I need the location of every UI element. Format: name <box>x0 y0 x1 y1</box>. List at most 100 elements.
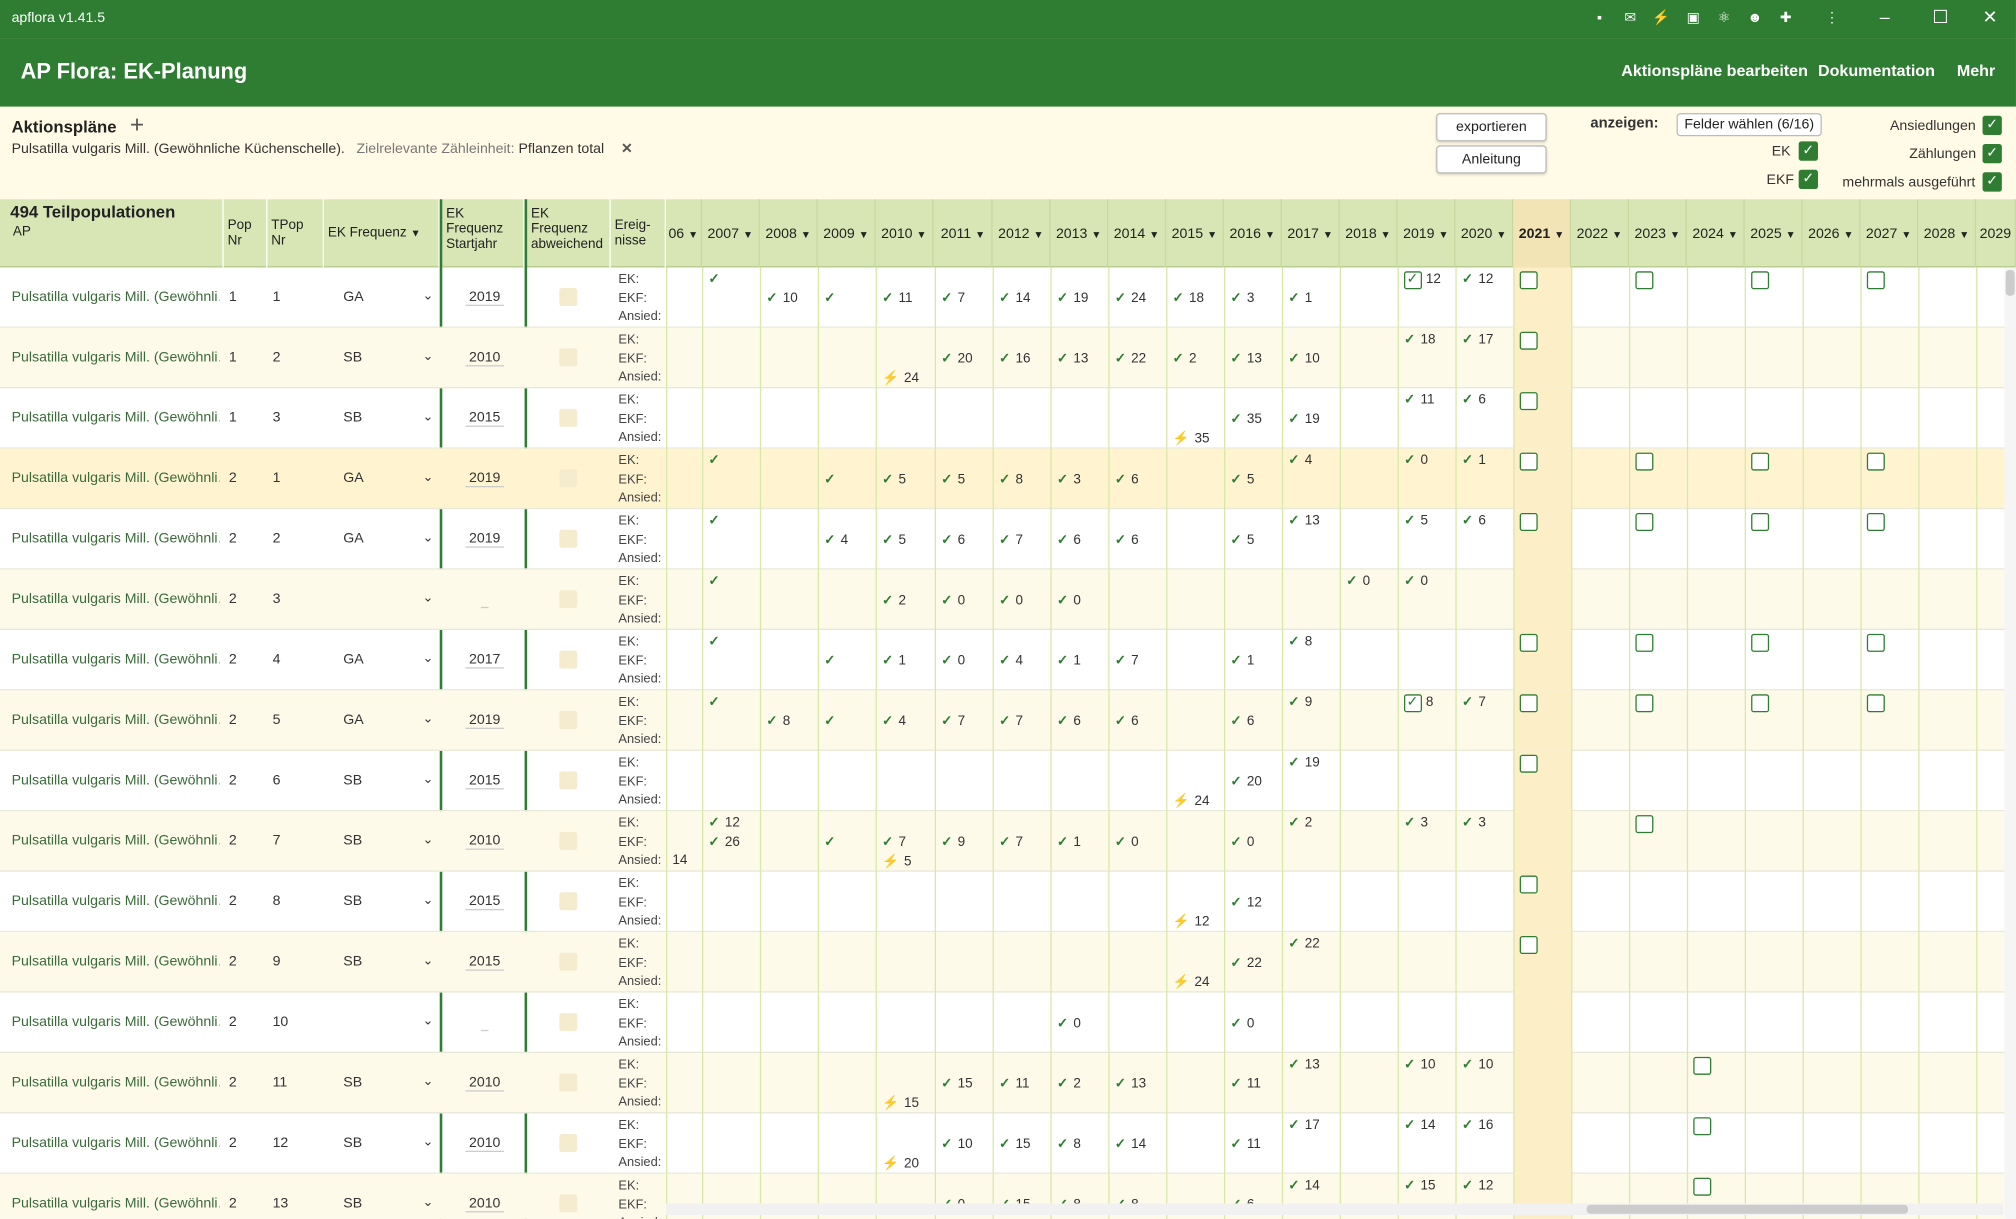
ek-plan-checkbox[interactable] <box>1519 694 1538 713</box>
year-cell[interactable] <box>701 750 760 812</box>
header-year-2018[interactable]: 2018 ▼ <box>1340 199 1398 268</box>
ek-plan-checkbox[interactable] <box>1635 512 1654 531</box>
ek-plan-checkbox[interactable] <box>1693 1177 1712 1196</box>
scroll-thumb[interactable] <box>2005 269 2015 296</box>
header-year-2028[interactable]: 2028 ▼ <box>1918 199 1977 268</box>
header-year-2029[interactable]: 2029 <box>1976 199 2016 268</box>
year-cell[interactable] <box>759 327 818 389</box>
year-cell[interactable] <box>1571 388 1629 449</box>
year-cell[interactable] <box>817 871 876 933</box>
year-cell[interactable] <box>1628 932 1687 993</box>
year-cell[interactable] <box>1686 932 1745 993</box>
ap-cell[interactable]: Pulsatilla vulgaris Mill. (Gewöhnli… <box>12 751 220 811</box>
year-cell[interactable] <box>817 750 876 812</box>
ap-cell[interactable]: Pulsatilla vulgaris Mill. (Gewöhnli… <box>12 328 220 388</box>
ek-frequenz-select[interactable]: GA ⌄ <box>343 690 433 750</box>
year-cell[interactable] <box>817 569 876 630</box>
year-cell[interactable] <box>701 1052 760 1114</box>
year-cell[interactable] <box>1802 509 1861 570</box>
startjahr-input[interactable]: 2010 <box>455 811 514 871</box>
year-cell[interactable] <box>1744 811 1803 872</box>
table-row[interactable]: Pulsatilla vulgaris Mill. (Gewöhnli… 2 7 SB… <box>0 811 2016 872</box>
year-cell[interactable] <box>1571 992 1629 1053</box>
year-cell[interactable] <box>934 388 993 449</box>
year-cell[interactable] <box>1686 690 1745 751</box>
year-cell[interactable] <box>1166 448 1224 510</box>
year-cell[interactable] <box>817 992 876 1053</box>
year-cell[interactable] <box>1860 811 1918 872</box>
year-cell[interactable] <box>1628 1052 1687 1114</box>
year-cell[interactable] <box>992 750 1051 812</box>
year-cell[interactable] <box>1802 932 1861 993</box>
year-cell[interactable] <box>875 750 934 812</box>
header-year-2020[interactable]: 2020 ▼ <box>1455 199 1514 268</box>
table-row[interactable]: Pulsatilla vulgaris Mill. (Gewöhnli… 2 4 GA… <box>0 629 2016 691</box>
year-cell[interactable] <box>759 992 818 1053</box>
year-cell[interactable] <box>1686 569 1745 630</box>
year-cell[interactable] <box>1686 509 1745 570</box>
year-cell[interactable] <box>665 992 702 1053</box>
year-cell[interactable] <box>1339 1113 1398 1174</box>
header-year-06[interactable]: 06 ▼ <box>666 199 702 268</box>
ek-plan-checkbox[interactable] <box>1866 512 1885 531</box>
year-cell[interactable] <box>1686 327 1745 389</box>
abweichend-checkbox[interactable] <box>559 710 578 729</box>
year-cell[interactable] <box>1223 569 1282 630</box>
year-cell[interactable] <box>701 1113 760 1174</box>
ek-plan-checkbox[interactable] <box>1866 452 1885 471</box>
year-cell[interactable] <box>1802 448 1861 510</box>
ek-plan-checkbox[interactable] <box>1519 935 1538 954</box>
vertical-scrollbar[interactable] <box>2004 267 2016 1219</box>
year-cell[interactable] <box>1166 629 1224 691</box>
year-cell[interactable] <box>1744 569 1803 630</box>
ek-plan-checkbox[interactable] <box>1519 633 1538 652</box>
startjahr-input[interactable] <box>455 993 514 1053</box>
nav-mehr[interactable]: Mehr <box>1957 62 1995 80</box>
year-cell[interactable] <box>1108 932 1166 993</box>
year-cell[interactable] <box>1918 448 1976 510</box>
year-cell[interactable] <box>759 1052 818 1114</box>
ek-plan-checkbox[interactable] <box>1519 452 1538 471</box>
ek-plan-checkbox[interactable] <box>1866 633 1885 652</box>
year-cell[interactable] <box>1628 388 1687 449</box>
year-cell[interactable] <box>1802 327 1861 389</box>
year-cell[interactable] <box>1918 811 1976 872</box>
year-cell[interactable] <box>665 448 702 510</box>
table-row[interactable]: Pulsatilla vulgaris Mill. (Gewöhnli… 2 2 GA… <box>0 509 2016 570</box>
ek-frequenz-select[interactable]: ⌄ <box>343 570 433 630</box>
header-ap[interactable]: 494 Teilpopulationen AP <box>0 199 224 268</box>
year-cell[interactable] <box>1918 690 1976 751</box>
year-cell[interactable] <box>1339 327 1398 389</box>
table-row[interactable]: Pulsatilla vulgaris Mill. (Gewöhnli… 2 3 ⌄ E… <box>0 569 2016 630</box>
year-cell[interactable] <box>1918 327 1976 389</box>
year-cell[interactable] <box>1860 992 1918 1053</box>
header-year-2023[interactable]: 2023 ▼ <box>1629 199 1687 268</box>
header-year-2007[interactable]: 2007 ▼ <box>702 199 760 268</box>
year-cell[interactable] <box>1918 932 1976 993</box>
startjahr-input[interactable]: 2019 <box>455 267 514 327</box>
year-cell[interactable] <box>1918 1113 1976 1174</box>
minimize-icon[interactable]: – <box>1880 6 1890 27</box>
ek-frequenz-select[interactable]: SB ⌄ <box>343 328 433 388</box>
table-row[interactable]: Pulsatilla vulgaris Mill. (Gewöhnli… 1 1 GA… <box>0 267 2016 328</box>
ek-frequenz-select[interactable]: SB ⌄ <box>343 811 433 871</box>
year-cell[interactable] <box>1686 871 1745 933</box>
year-cell[interactable] <box>1802 267 1861 328</box>
year-cell[interactable] <box>1166 1113 1224 1174</box>
ek-frequenz-select[interactable]: ⌄ <box>343 993 433 1053</box>
year-cell[interactable] <box>1397 871 1456 933</box>
startjahr-input[interactable]: 2017 <box>455 630 514 690</box>
year-cell[interactable] <box>1628 750 1687 812</box>
year-cell[interactable] <box>665 267 702 328</box>
year-cell[interactable] <box>992 992 1051 1053</box>
ap-cell[interactable]: Pulsatilla vulgaris Mill. (Gewöhnli… <box>12 993 220 1053</box>
year-cell[interactable] <box>1571 811 1629 872</box>
header-year-2009[interactable]: 2009 ▼ <box>818 199 876 268</box>
ek-plan-checkbox[interactable] <box>1635 633 1654 652</box>
ap-cell[interactable]: Pulsatilla vulgaris Mill. (Gewöhnli… <box>12 630 220 690</box>
ek-frequenz-select[interactable]: GA ⌄ <box>343 449 433 509</box>
table-row[interactable]: Pulsatilla vulgaris Mill. (Gewöhnli… 2 8 SB… <box>0 871 2016 933</box>
year-cell[interactable] <box>1455 629 1513 691</box>
year-cell[interactable] <box>759 750 818 812</box>
startjahr-input[interactable]: 2019 <box>455 449 514 509</box>
